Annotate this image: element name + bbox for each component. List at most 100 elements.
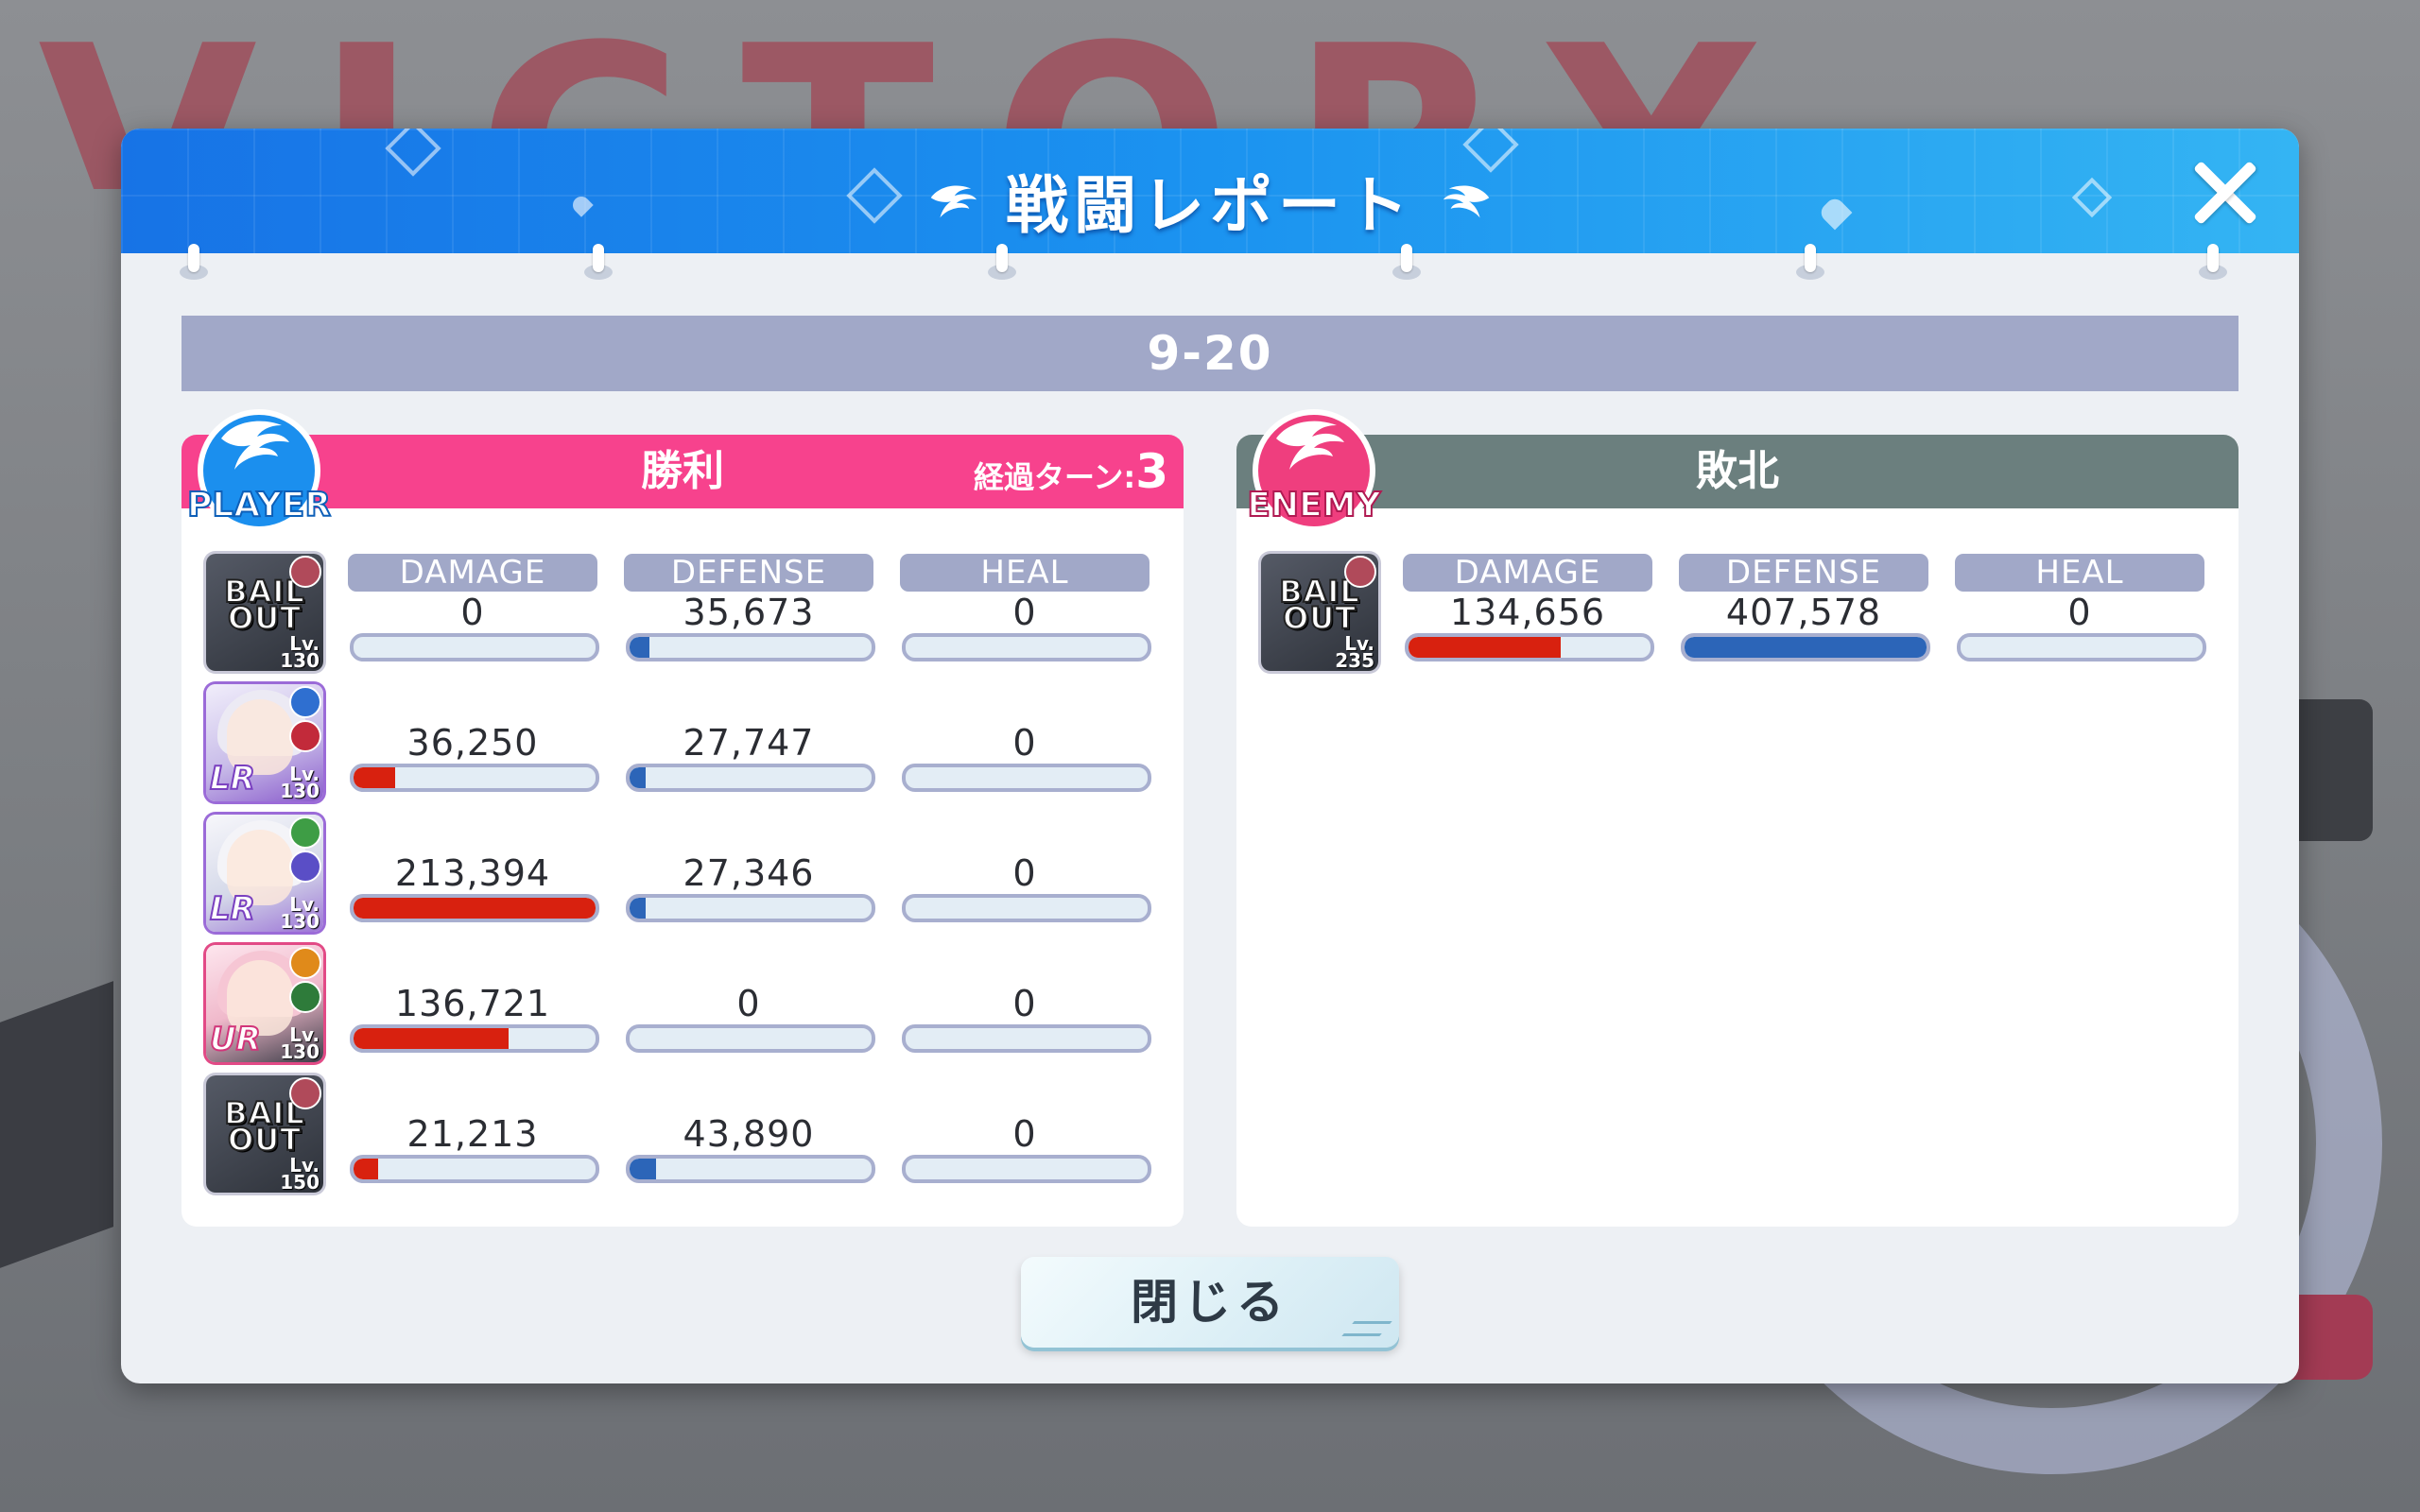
damage-label: DAMAGE (1403, 554, 1652, 592)
enemy-panel: 敗北 ENEMY BAIL OUT Lv. 235 DAMAGE 134,656 DEFE… (1236, 409, 2238, 1227)
defense-bar (626, 1155, 875, 1183)
level-badge: Lv. 235 (1335, 632, 1374, 672)
damage-label: DAMAGE (348, 554, 597, 592)
defense-value: 0 (736, 983, 761, 1024)
defense-bar-fill (630, 898, 647, 919)
heal-label: HEAL (1955, 554, 2204, 592)
defense-bar (626, 633, 875, 662)
level-badge: Lv. 130 (280, 1023, 320, 1063)
level-badge: Lv. 130 (280, 763, 320, 802)
wing-icon (930, 185, 977, 218)
defense-bar (626, 894, 875, 922)
player-unit-row: LR Lv. 130 213,394 27,346 0 (206, 815, 1170, 936)
defense-bar (1681, 633, 1930, 662)
elapsed-turns: 経過ターン:3 (974, 444, 1168, 499)
heal-label: HEAL (900, 554, 1150, 592)
heal-bar (902, 1155, 1151, 1183)
dialog-header: 戦闘レポート (121, 129, 2299, 253)
heal-value: 0 (1012, 722, 1037, 764)
bailout-avatar[interactable]: BAIL OUT Lv. 130 (206, 554, 323, 671)
rarity-badge: LR (209, 889, 256, 929)
damage-value: 0 (460, 592, 485, 633)
defense-bar (626, 1024, 875, 1053)
defense-label: DEFENSE (1679, 554, 1928, 592)
damage-bar-fill (354, 898, 596, 919)
damage-bar-fill (354, 1028, 509, 1049)
element-icon (289, 556, 321, 588)
character-avatar[interactable]: LR Lv. 130 (206, 815, 323, 932)
defense-bar-fill (630, 1159, 656, 1179)
element-icon (289, 686, 321, 718)
defense-stat: 0 (624, 983, 875, 1053)
player-badge: PLAYER (186, 409, 332, 532)
close-button[interactable]: 閉じる (1021, 1257, 1399, 1348)
player-unit-row: BAIL OUT Lv. 150 21,213 43,890 0 (206, 1075, 1170, 1196)
defense-bar-fill (630, 767, 647, 788)
damage-value: 21,213 (406, 1113, 539, 1155)
rarity-badge: UR (209, 1020, 262, 1059)
heal-stat: HEAL 0 (900, 554, 1151, 662)
level-badge: Lv. 150 (280, 1154, 320, 1194)
level-badge: Lv. 130 (280, 632, 320, 672)
element-icon (289, 947, 321, 979)
damage-bar (1405, 633, 1654, 662)
close-icon[interactable] (2189, 157, 2261, 229)
heal-bar (1957, 633, 2206, 662)
heal-stat: 0 (900, 1113, 1151, 1183)
element-icon (1344, 556, 1376, 588)
stage-label: 9-20 (182, 316, 2238, 391)
heal-value: 0 (1012, 592, 1037, 633)
defense-stat: DEFENSE 35,673 (624, 554, 875, 662)
character-avatar[interactable]: LR Lv. 130 (206, 684, 323, 801)
player-result: 勝利 (641, 447, 724, 495)
damage-stat: DAMAGE 0 (348, 554, 599, 662)
element-icon (289, 850, 321, 883)
damage-bar-fill (1409, 637, 1562, 658)
damage-value: 213,394 (394, 852, 551, 894)
defense-stat: 27,747 (624, 722, 875, 792)
element-icon (289, 720, 321, 752)
heal-bar (902, 1024, 1151, 1053)
heal-value: 0 (1012, 852, 1037, 894)
rarity-badge: LR (209, 759, 256, 799)
heal-stat: HEAL 0 (1955, 554, 2206, 662)
background-shape (0, 981, 113, 1268)
enemy-badge-text: ENEMY (1247, 486, 1381, 524)
damage-bar-fill (354, 767, 395, 788)
damage-bar (350, 633, 599, 662)
level-badge: Lv. 130 (280, 893, 320, 933)
dialog-title-text: 戦闘レポート (1006, 169, 1414, 242)
bailout-avatar[interactable]: BAIL OUT Lv. 235 (1261, 554, 1378, 671)
element-icon (289, 981, 321, 1013)
player-panel: 勝利 経過ターン:3 PLAYER BAIL OUT Lv. 130 DAMAGE 0 D… (182, 409, 1184, 1227)
wing-icon (1443, 185, 1490, 218)
defense-value: 27,747 (683, 722, 815, 764)
heal-value: 0 (1012, 983, 1037, 1024)
damage-bar-fill (354, 1159, 378, 1179)
heal-value: 0 (2067, 592, 2092, 633)
defense-bar-fill (1685, 637, 1927, 658)
heal-stat: 0 (900, 983, 1151, 1053)
element-icon (289, 816, 321, 849)
bailout-avatar[interactable]: BAIL OUT Lv. 150 (206, 1075, 323, 1193)
character-avatar[interactable]: UR Lv. 130 (206, 945, 323, 1062)
damage-value: 36,250 (406, 722, 539, 764)
dialog-title: 戦闘レポート (121, 155, 2299, 246)
damage-bar (350, 894, 599, 922)
damage-value: 134,656 (1449, 592, 1606, 633)
damage-stat: DAMAGE 134,656 (1403, 554, 1654, 662)
player-unit-row: LR Lv. 130 36,250 27,747 0 (206, 684, 1170, 805)
heal-stat: 0 (900, 852, 1151, 922)
defense-value: 43,890 (683, 1113, 815, 1155)
defense-bar-fill (630, 637, 649, 658)
enemy-badge: ENEMY (1246, 409, 1383, 532)
damage-bar (350, 1024, 599, 1053)
binder-rings (121, 244, 2299, 282)
heal-stat: 0 (900, 722, 1151, 792)
heal-bar (902, 633, 1151, 662)
close-button-label: 閉じる (1131, 1275, 1289, 1330)
heal-bar (902, 894, 1151, 922)
damage-stat: 21,213 (348, 1113, 599, 1183)
player-unit-row: BAIL OUT Lv. 130 DAMAGE 0 DEFENSE 35,673 HEAL 0 (206, 554, 1170, 675)
damage-stat: 213,394 (348, 852, 599, 922)
